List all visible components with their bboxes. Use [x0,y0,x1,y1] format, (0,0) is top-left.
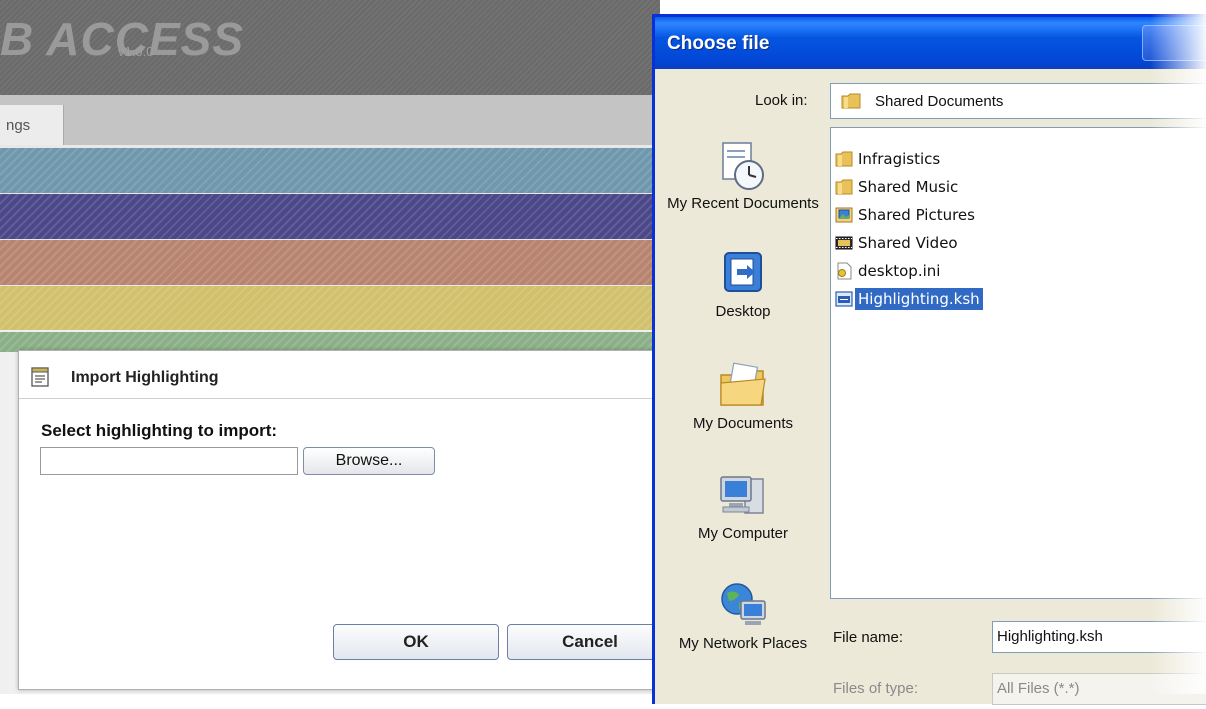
files-of-type-select[interactable]: All Files (*.*) [992,673,1206,705]
place-label: My Computer [697,525,789,542]
titlebar-help-button[interactable] [1142,25,1206,61]
ok-button[interactable]: OK [333,624,499,660]
color-row-4 [0,286,660,331]
choose-file-dialog: Choose file Look in: Shared Documents My… [652,14,1206,705]
places-bar: My Recent Documents Desktop My Documents [658,119,826,709]
color-row-2 [0,194,660,239]
look-in-dropdown[interactable]: Shared Documents [830,83,1206,119]
import-dialog-titlebar: Import Highlighting [19,351,657,399]
choose-file-title: Choose file [667,33,770,54]
list-item[interactable]: Shared Video [835,232,961,254]
file-name: Shared Music [858,178,959,196]
app-header: B ACCESS v1.0.0 [0,0,660,95]
file-name-input[interactable]: Highlighting.ksh [992,621,1206,653]
list-item[interactable]: Shared Pictures [835,204,978,226]
import-dialog-title: Import Highlighting [71,369,219,386]
network-places-icon [721,583,766,625]
file-name: desktop.ini [858,262,941,280]
place-my-computer[interactable]: My Computer [658,469,828,543]
video-folder-icon [835,236,853,250]
app-version: v1.0.0 [118,44,154,59]
cancel-button[interactable]: Cancel [507,624,673,660]
color-row-5 [0,332,660,352]
folder-icon [835,179,853,195]
list-item[interactable]: desktop.ini [835,260,943,282]
file-name: Shared Pictures [858,206,975,224]
my-computer-icon [720,476,764,514]
recent-documents-icon [722,142,764,190]
file-list[interactable]: Infragistics Shared Music Shared Picture… [830,127,1206,599]
choose-file-titlebar: Choose file [655,17,1206,69]
place-my-documents[interactable]: My Documents [658,359,828,433]
file-name: Shared Video [858,234,958,252]
desktop-icon [724,252,762,292]
pictures-folder-icon [835,207,853,223]
color-row-1 [0,148,660,193]
place-label: My Documents [692,415,794,432]
list-item[interactable]: Shared Music [835,176,961,198]
document-icon [31,367,49,387]
my-documents-icon [720,362,766,406]
folder-icon [841,93,861,109]
color-row-3 [0,240,660,285]
folder-icon [835,151,853,167]
place-recent-documents[interactable]: My Recent Documents [658,139,828,213]
file-name: Highlighting.ksh [855,288,983,310]
look-in-value: Shared Documents [875,93,1004,110]
app-tab-settings[interactable]: ngs [0,105,64,145]
ksh-file-icon [835,291,853,307]
browse-button[interactable]: Browse... [303,447,435,475]
place-label: My Recent Documents [667,195,819,212]
place-desktop[interactable]: Desktop [658,247,828,321]
look-in-label: Look in: [755,92,808,109]
files-of-type-label: Files of type: [833,680,919,697]
import-prompt-label: Select highlighting to import: [41,421,278,440]
file-name-label: File name: [833,629,904,646]
file-name: Infragistics [858,150,941,168]
place-label: Desktop [715,303,771,320]
ini-file-icon [837,262,852,280]
list-item-selected[interactable]: Highlighting.ksh [835,288,983,310]
place-label: My Network Places [678,635,808,652]
list-item[interactable]: Infragistics [835,148,943,170]
import-highlighting-dialog: Import Highlighting Select highlighting … [18,350,673,690]
app-tabbar [0,95,660,145]
place-network-places[interactable]: My Network Places [658,579,828,653]
import-file-input[interactable] [40,447,298,475]
